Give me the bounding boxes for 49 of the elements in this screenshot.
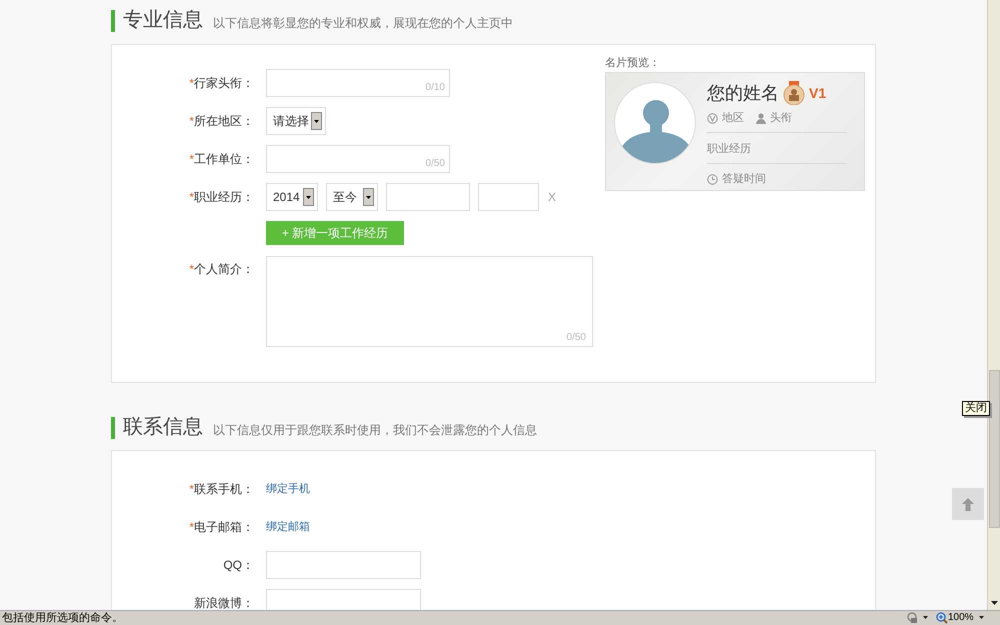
preview-label: 名片预览：: [605, 56, 660, 71]
zoom-icon[interactable]: [936, 612, 948, 624]
field-label: *联系手机：: [188, 481, 254, 496]
field-label: *所在地区：: [188, 113, 254, 128]
experience-text: 职业经历: [707, 142, 751, 157]
start-year-select[interactable]: 2014: [266, 183, 318, 211]
bind-link[interactable]: 绑定手机: [266, 475, 310, 503]
field-label: *个人简介：: [188, 261, 254, 276]
text-field[interactable]: [266, 551, 421, 579]
medal-icon: [783, 81, 805, 105]
dropdown-arrow-icon[interactable]: [979, 616, 984, 619]
clock-icon: [707, 174, 718, 185]
dropdown-arrow-icon[interactable]: [366, 196, 371, 198]
person-icon: [756, 112, 766, 124]
region-select[interactable]: 请选择: [266, 107, 326, 135]
scroll-down-icon[interactable]: [990, 601, 998, 605]
scrollbar-thumb[interactable]: [989, 370, 1000, 528]
location-icon: [707, 112, 718, 124]
section-subtitle: 以下信息将彰显您的专业和权威，展现在您的个人主页中: [213, 15, 513, 32]
section-accent-bar: [111, 417, 115, 439]
level-label: V1: [809, 84, 826, 102]
dropdown-arrow-icon[interactable]: [314, 120, 319, 122]
dropdown-arrow-icon[interactable]: [306, 196, 311, 198]
company-field[interactable]: [386, 183, 470, 211]
text-field[interactable]: [266, 589, 421, 610]
headline-text: 头衔: [770, 111, 792, 126]
field-label: QQ：: [222, 557, 254, 572]
field-label: 新浪微博：: [193, 595, 254, 610]
field-label: *工作单位：: [188, 151, 254, 166]
back-to-top-button[interactable]: [952, 488, 984, 520]
hours-text: 答疑时间: [722, 172, 766, 187]
position-field[interactable]: [478, 183, 539, 211]
section-title: 联系信息: [123, 415, 203, 439]
zoom-level[interactable]: 100%: [948, 611, 974, 624]
dropdown-arrow-icon[interactable]: [923, 616, 928, 619]
card-name: 您的姓名: [707, 82, 779, 105]
field-label: *职业经历：: [188, 189, 254, 204]
section-subtitle: 以下信息仅用于跟您联系时使用，我们不会泄露您的个人信息: [213, 422, 537, 439]
field-label: *行家头衔：: [188, 75, 254, 90]
scrollbar[interactable]: [987, 0, 1000, 610]
region-text: 地区: [722, 111, 744, 126]
field-label: *电子邮箱：: [188, 519, 254, 534]
status-text: 包括使用所选项的命令。: [2, 612, 123, 624]
up-arrow-icon: [962, 498, 974, 510]
end-year-select[interactable]: 至今: [326, 183, 378, 211]
section-title: 专业信息: [123, 8, 203, 32]
section-accent-bar: [111, 10, 115, 32]
bind-link[interactable]: 绑定邮箱: [266, 513, 310, 541]
close-tooltip[interactable]: 关闭: [962, 401, 990, 416]
